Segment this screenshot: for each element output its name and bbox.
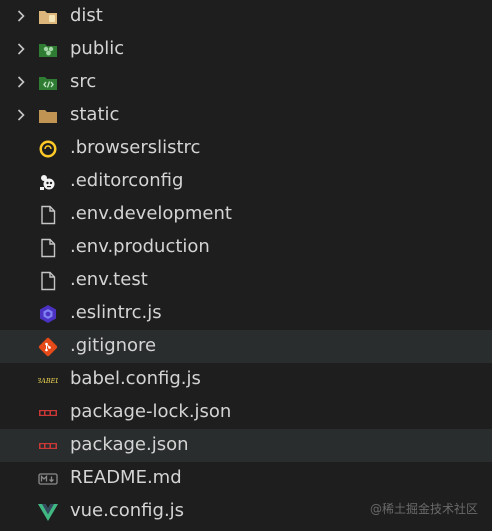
tree-item-package-json[interactable]: package.json	[0, 429, 492, 462]
svg-text:BABEL: BABEL	[38, 377, 58, 385]
chevron-right-icon[interactable]	[13, 74, 29, 90]
file-icon	[41, 238, 56, 258]
tree-item-label: package.json	[70, 434, 189, 455]
tree-item-label: .browserslistrc	[70, 137, 201, 158]
tree-item-src[interactable]: src	[0, 66, 492, 99]
tree-item-dist[interactable]: dist	[0, 0, 492, 33]
git-icon	[38, 337, 58, 357]
tree-item-label: README.md	[70, 467, 182, 488]
tree-item-editorconfig[interactable]: .editorconfig	[0, 165, 492, 198]
tree-item-label: .env.production	[70, 236, 210, 257]
editorconfig-icon	[40, 175, 55, 190]
file-icon	[41, 205, 56, 225]
tree-item-public[interactable]: public	[0, 33, 492, 66]
tree-item-env-production[interactable]: .env.production	[0, 231, 492, 264]
eslint-icon	[40, 305, 56, 323]
tree-item-label: public	[70, 38, 125, 59]
tree-item-label: .env.test	[70, 269, 148, 290]
tree-item-env-test[interactable]: .env.test	[0, 264, 492, 297]
chevron-right-icon[interactable]	[13, 8, 29, 24]
npm-lock-icon	[39, 410, 57, 416]
tree-item-label: .gitignore	[70, 335, 157, 356]
tree-item-package-lock-json[interactable]: package-lock.json	[0, 396, 492, 429]
public-folder-icon	[39, 44, 57, 57]
tree-item-browserslistrc[interactable]: .browserslistrc	[0, 132, 492, 165]
file-explorer-tree: dist public src static .browserslistrc .…	[0, 0, 492, 528]
npm-icon	[39, 443, 57, 449]
tree-item-label: package-lock.json	[70, 401, 232, 422]
tree-item-babel-config[interactable]: BABEL babel.config.js	[0, 363, 492, 396]
watermark-text: @稀土掘金技术社区	[369, 502, 478, 516]
tree-item-label: .editorconfig	[70, 170, 184, 191]
tree-item-label: babel.config.js	[70, 368, 201, 389]
markdown-icon	[38, 473, 58, 485]
babel-icon: BABEL	[38, 377, 58, 385]
tree-item-eslintrc[interactable]: .eslintrc.js	[0, 297, 492, 330]
vue-icon	[38, 504, 58, 521]
file-icon	[41, 271, 56, 291]
tree-item-env-development[interactable]: .env.development	[0, 198, 492, 231]
tree-item-label: dist	[70, 5, 103, 26]
tree-item-label: static	[70, 104, 120, 125]
tree-item-label: src	[70, 71, 97, 92]
tree-item-static[interactable]: static	[0, 99, 492, 132]
tree-item-label: vue.config.js	[70, 500, 185, 521]
chevron-right-icon[interactable]	[13, 107, 29, 123]
browserslist-icon	[39, 140, 57, 158]
src-folder-icon	[39, 77, 57, 90]
chevron-right-icon[interactable]	[13, 41, 29, 57]
tree-item-label: .eslintrc.js	[70, 302, 162, 323]
dist-folder-icon	[39, 11, 57, 24]
tree-item-readme[interactable]: README.md	[0, 462, 492, 495]
tree-item-label: .env.development	[70, 203, 232, 224]
tree-item-gitignore[interactable]: .gitignore	[0, 330, 492, 363]
static-folder-icon	[39, 110, 57, 123]
